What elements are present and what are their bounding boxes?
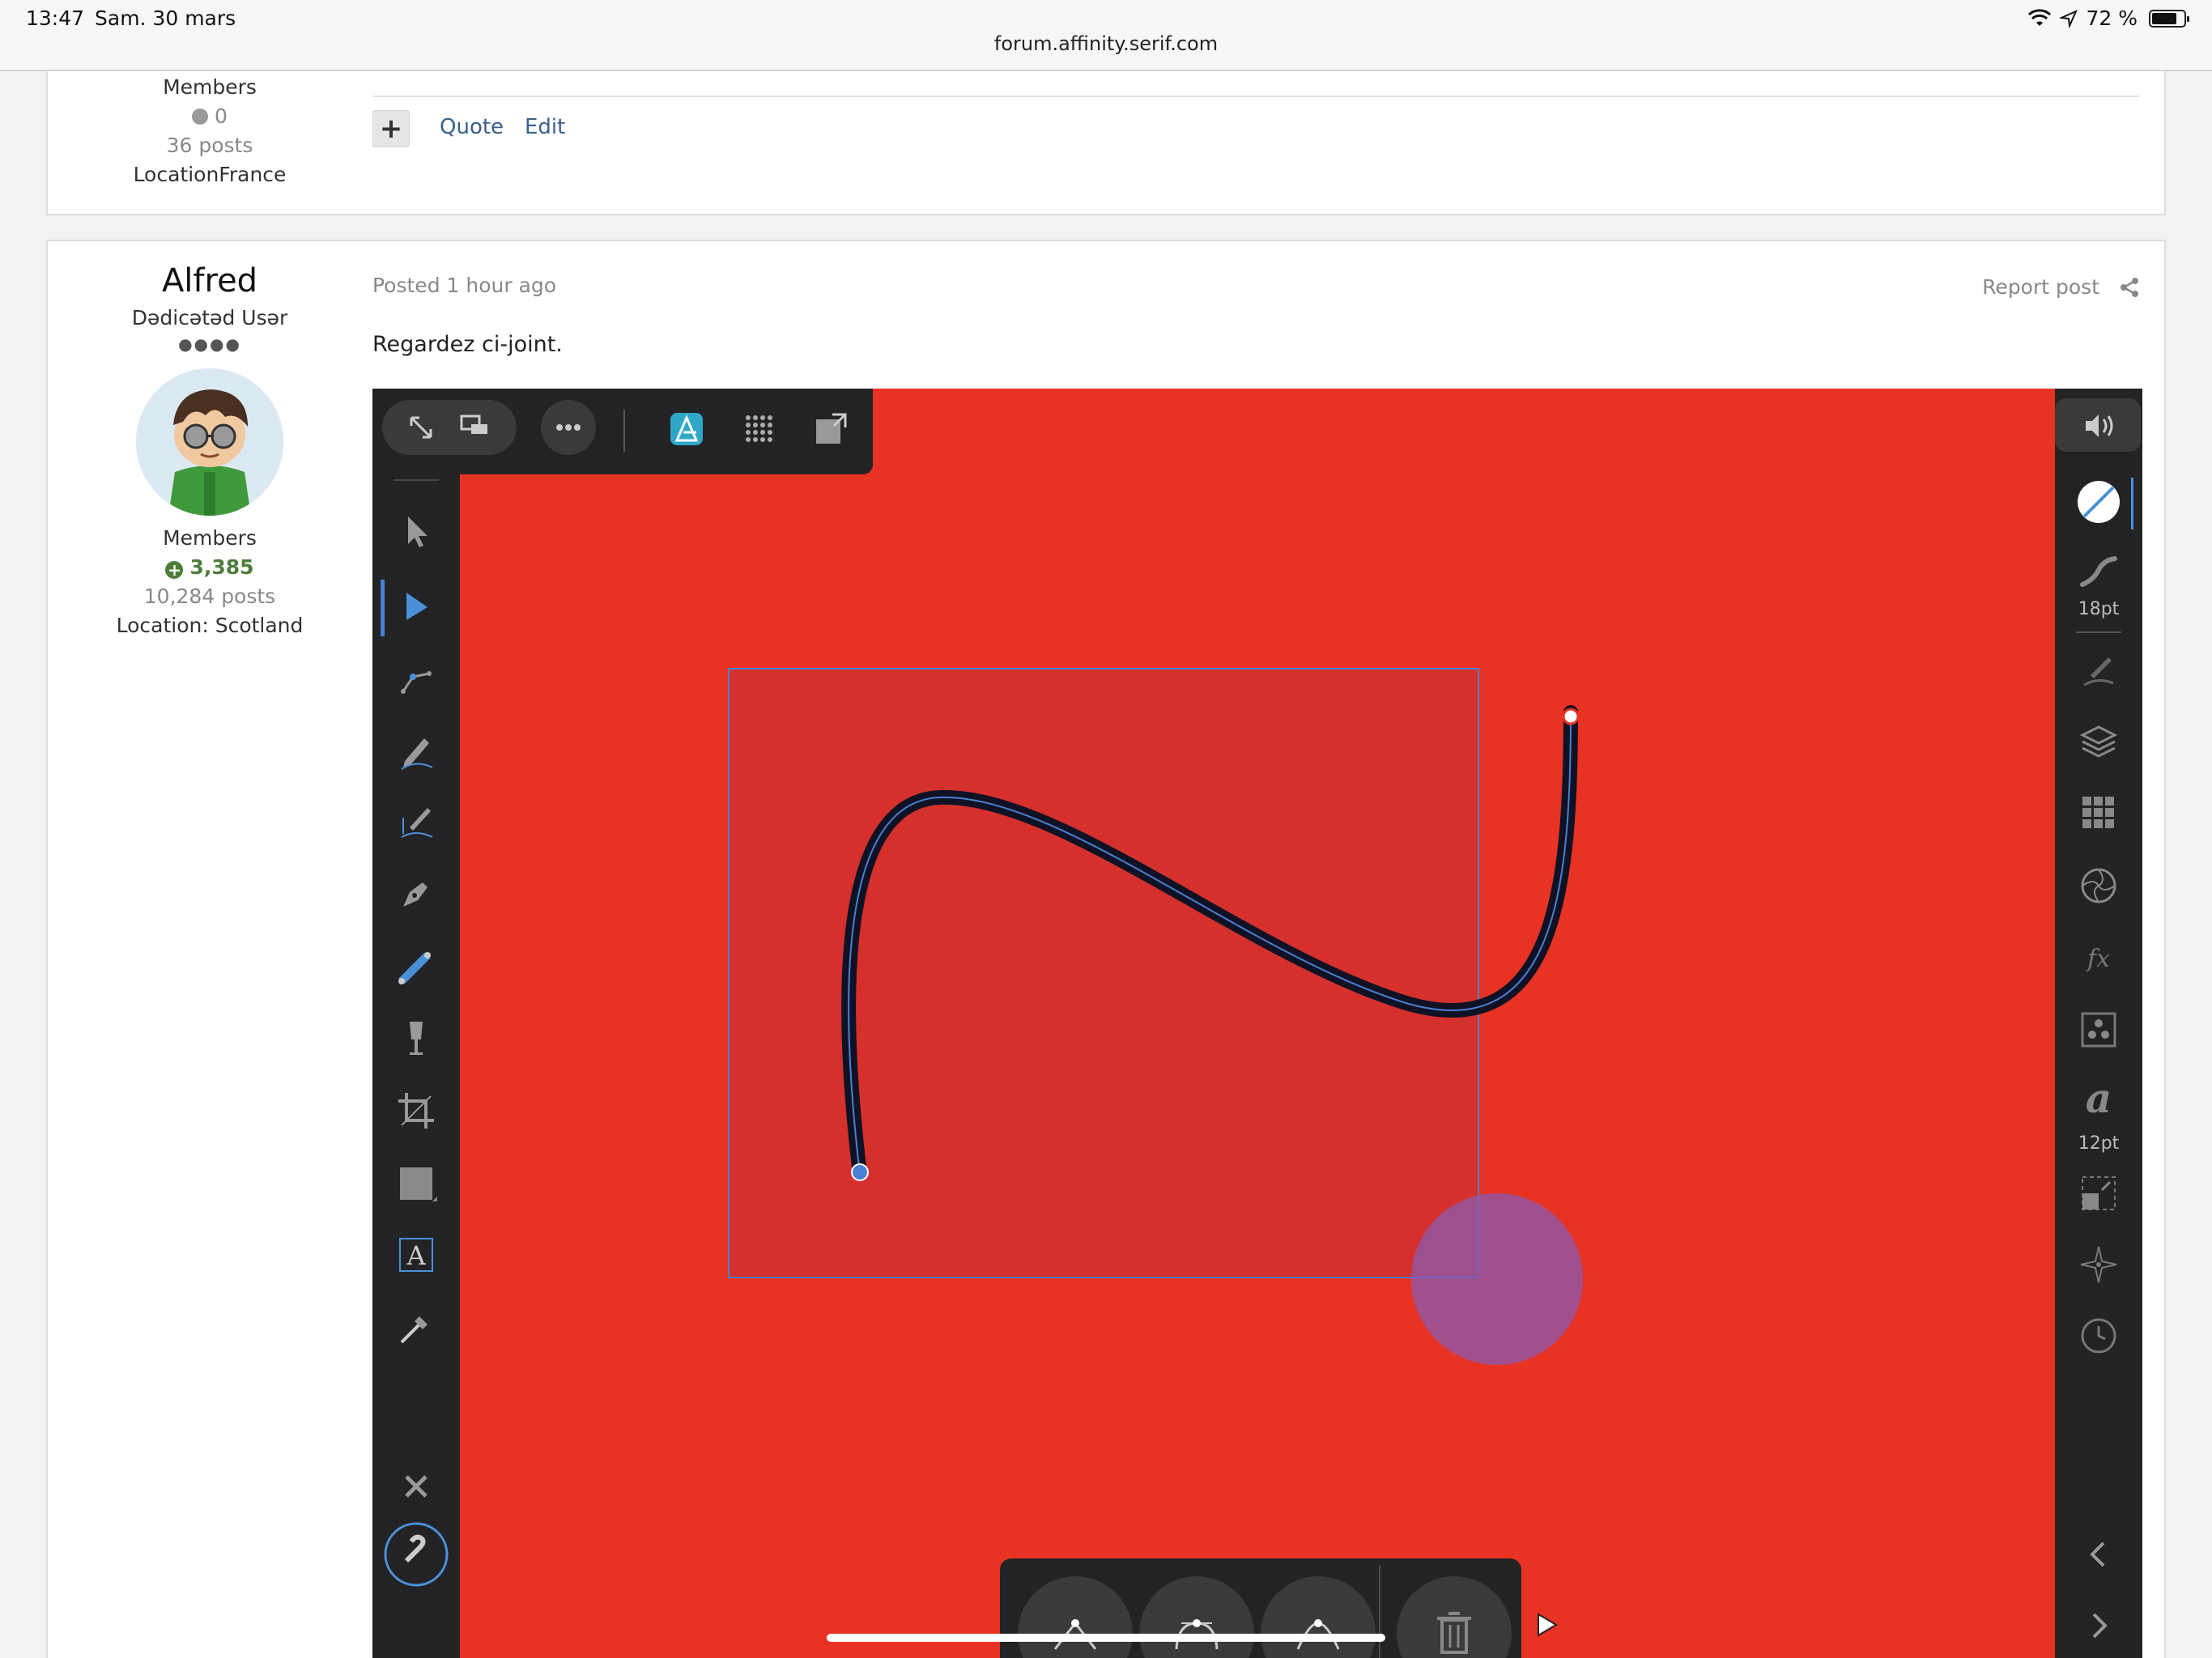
reputation-value: 0	[215, 104, 228, 128]
export-persona-icon[interactable]	[806, 405, 855, 453]
battery-icon	[2149, 9, 2189, 28]
text-tool-glyph: A	[406, 1240, 426, 1271]
plus-circle-icon: +	[165, 561, 184, 579]
font-size-label: 12pt	[2078, 1133, 2120, 1154]
address-url[interactable]: forum.affinity.serif.com	[0, 32, 2212, 55]
avatar[interactable]	[136, 368, 283, 516]
author-location: LocationFrance	[133, 163, 287, 186]
smooth-node-icon	[1175, 1619, 1219, 1650]
reputation: + 3,385	[48, 553, 372, 582]
author-info: Alfred Dədicətəd Usər ●●●● Members + 3,3…	[48, 241, 372, 640]
styles-icon[interactable]	[2074, 1005, 2123, 1054]
member-group: Members	[163, 526, 257, 550]
neutral-reputation-icon	[192, 108, 209, 125]
sharp-node-icon	[1053, 1619, 1097, 1650]
forum-post: Alfred Dədicətəd Usər ●●●● Members + 3,3…	[46, 240, 2166, 1658]
pencil-tool-icon[interactable]	[392, 727, 440, 776]
play-icon[interactable]	[1532, 1611, 1559, 1639]
navigator-icon[interactable]	[2074, 1240, 2123, 1289]
fill-tool-icon[interactable]	[392, 942, 440, 991]
post-count: 10,284 posts	[143, 585, 276, 608]
avatar-image	[136, 368, 283, 516]
status-bar: 13:47 Sam. 30 mars forum.affinity.serif.…	[0, 0, 2212, 71]
trash-icon	[1437, 1612, 1471, 1654]
active-tool-indicator	[381, 580, 385, 636]
pixel-persona-icon[interactable]	[735, 405, 784, 453]
text-styles-icon[interactable]: a	[2074, 1073, 2123, 1122]
top-toolbar	[372, 389, 873, 474]
designer-persona-icon[interactable]	[662, 405, 711, 453]
author-name[interactable]: Alfred	[48, 262, 372, 300]
effects-icon[interactable]: fx	[2074, 933, 2123, 981]
transform-icon[interactable]	[2074, 1169, 2123, 1218]
location-arrow-icon	[2060, 9, 2078, 28]
document-view-icon[interactable]	[450, 400, 499, 449]
crop-tool-icon[interactable]	[392, 1086, 440, 1135]
post-count: 36 posts	[166, 134, 253, 157]
smart-node-button[interactable]	[1261, 1576, 1376, 1658]
member-group: Members	[163, 75, 257, 99]
add-multiquote-button[interactable]: +	[372, 110, 410, 147]
pen-tool-icon[interactable]	[392, 869, 440, 918]
toolbar-separator	[623, 410, 625, 452]
font-glyph: a	[2086, 1077, 2112, 1119]
battery-percent: 72 %	[2086, 6, 2138, 30]
forum-post: Members 0 36 posts LocationFrance + Quot…	[46, 71, 2166, 215]
text-tool-icon[interactable]: A	[392, 1231, 440, 1279]
fx-label: fx	[2086, 945, 2110, 973]
brushes-icon[interactable]	[2074, 646, 2123, 695]
canvas-artwork	[728, 668, 1583, 1365]
chevron-right-icon[interactable]	[2074, 1601, 2123, 1650]
history-icon[interactable]	[2074, 1312, 2123, 1360]
speaker-icon	[2074, 402, 2123, 450]
tools-panel: A	[372, 474, 460, 1658]
close-icon[interactable]	[392, 1462, 440, 1511]
user-title: Dədicətəd Usər	[131, 306, 288, 329]
selected-panel-indicator	[2131, 478, 2133, 529]
delete-node-button[interactable]	[1397, 1576, 1512, 1658]
shape-tool-icon[interactable]	[392, 1159, 440, 1208]
swatches-icon[interactable]	[2074, 789, 2123, 837]
wifi-icon	[2028, 8, 2052, 26]
chevron-left-icon[interactable]	[2074, 1530, 2123, 1579]
corner-tool-icon[interactable]	[392, 654, 440, 703]
fullscreen-icon[interactable]	[397, 403, 445, 452]
smart-node-icon	[1296, 1619, 1340, 1650]
status-date: Sam. 30 mars	[95, 6, 236, 30]
post-body: Regardez ci-joint.	[372, 332, 563, 357]
report-post-link[interactable]: Report post	[1982, 275, 2099, 299]
edit-link[interactable]: Edit	[525, 115, 565, 139]
vector-brush-tool-icon[interactable]	[392, 798, 440, 847]
snapping-button[interactable]	[382, 1520, 450, 1588]
color-swatch-icon[interactable]	[2074, 478, 2123, 526]
status-time: 13:47	[26, 6, 85, 30]
home-indicator[interactable]	[827, 1634, 1385, 1642]
studio-panel: 18pt fx a 12pt	[2055, 389, 2142, 1658]
ellipsis-icon	[544, 403, 593, 452]
adjustments-icon[interactable]	[2074, 861, 2123, 910]
stroke-size-label: 18pt	[2078, 599, 2120, 619]
author-info: Members 0 36 posts LocationFrance	[48, 73, 372, 189]
status-right: 72 %	[2027, 6, 2189, 30]
reputation: 0	[48, 102, 372, 131]
transparency-tool-icon[interactable]	[392, 1014, 440, 1062]
layers-icon[interactable]	[2074, 717, 2123, 766]
smooth-node-button[interactable]	[1139, 1576, 1254, 1658]
reputation-value: 3,385	[189, 555, 254, 579]
share-icon[interactable]	[2117, 275, 2142, 300]
quote-link[interactable]: Quote	[440, 115, 504, 139]
stroke-icon[interactable]	[2074, 549, 2123, 597]
author-location: Location: Scotland	[116, 614, 304, 637]
sharp-node-button[interactable]	[1018, 1576, 1133, 1658]
context-toolbar	[1000, 1558, 1521, 1658]
move-tool-icon[interactable]	[392, 507, 440, 555]
post-timestamp: Posted 1 hour ago	[372, 274, 557, 297]
attached-screenshot[interactable]: A 18pt fx a 12pt	[372, 389, 2142, 1658]
color-picker-tool-icon[interactable]	[392, 1303, 440, 1352]
rank-pips: ●●●●	[178, 334, 241, 354]
post-divider	[372, 96, 2140, 97]
node-tool-icon[interactable]	[392, 583, 440, 631]
